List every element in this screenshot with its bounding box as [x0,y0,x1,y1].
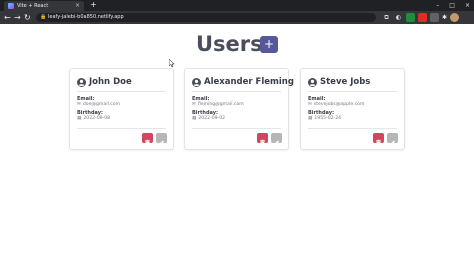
window-controls: – □ × [436,0,470,11]
browser-tab-bar: Vite + React × + – □ × [0,0,474,11]
email-text: stevejobs@apple.com [313,102,365,107]
birthday-text: 2022-09-02 [198,116,226,121]
divider [308,91,397,92]
envelope-icon: ✉ [77,102,81,107]
tab-close-icon[interactable]: × [75,1,80,10]
user-circle-icon [192,78,201,87]
edit-button[interactable] [271,133,282,146]
pencil-icon [390,140,395,146]
pencil-icon [159,140,164,146]
user-name: Alexander Fleming [204,77,294,87]
add-user-button[interactable]: + [260,36,278,53]
extension-icon[interactable] [406,13,415,22]
trash-icon [260,139,265,146]
edit-button[interactable] [387,133,398,146]
calendar-icon: ▦ [77,116,82,121]
maximize-button[interactable]: □ [449,0,455,11]
user-card-header: John Doe [77,76,132,89]
page-title: Users [196,32,263,56]
user-card-header: Alexander Fleming [192,76,294,89]
user-card: Steve Jobs Email: ✉ stevejobs@apple.com B… [300,68,405,150]
trash-icon [376,139,381,146]
edit-button[interactable] [156,133,167,146]
birthday-text: 2022-09-08 [83,116,111,121]
trash-icon [145,139,150,146]
extension-icon[interactable]: ⧉ [382,13,391,22]
url-text[interactable]: leafy-jalebi-b0a850.netlify.app [48,13,124,22]
browser-tab[interactable]: Vite + React × [4,1,84,11]
divider [192,91,281,92]
envelope-icon: ✉ [192,102,196,107]
user-card: John Doe Email: ✉ doe@gmail.com Birthday:… [69,68,174,150]
envelope-icon: ✉ [308,102,312,107]
email-value: ✉ fleming@gmail.com [192,102,244,108]
close-window-button[interactable]: × [465,0,470,11]
divider [77,128,166,129]
puzzle-icon[interactable]: ✱ [440,13,449,22]
new-tab-button[interactable]: + [90,0,97,10]
extension-icon[interactable]: ◐ [394,13,403,22]
forward-button[interactable]: → [14,12,21,23]
profile-avatar[interactable] [450,13,459,22]
email-value: ✉ doe@gmail.com [77,102,120,108]
mouse-cursor-icon [169,59,175,68]
address-bar[interactable]: 🔒 leafy-jalebi-b0a850.netlify.app [36,13,376,22]
extension-icon[interactable] [430,13,439,22]
delete-button[interactable] [373,133,384,146]
calendar-icon: ▦ [308,116,313,121]
user-name: John Doe [89,77,132,87]
email-value: ✉ stevejobs@apple.com [308,102,364,108]
user-name: Steve Jobs [320,77,371,87]
browser-toolbar: ← → ↻ 🔒 leafy-jalebi-b0a850.netlify.app … [0,11,474,24]
birthday-value: ▦ 2022-09-08 [77,116,110,122]
lock-icon: 🔒 [40,14,47,20]
email-text: fleming@gmail.com [197,102,244,107]
delete-button[interactable] [142,133,153,146]
user-circle-icon [77,78,86,87]
calendar-icon: ▦ [192,116,197,121]
birthday-text: 1955-02-24 [314,116,342,121]
delete-button[interactable] [257,133,268,146]
vite-favicon-icon [8,3,14,9]
reload-button[interactable]: ↻ [24,12,31,23]
divider [77,91,166,92]
back-button[interactable]: ← [4,12,11,23]
divider [192,128,281,129]
birthday-value: ▦ 2022-09-02 [192,116,225,122]
tab-title: Vite + React [17,3,49,9]
minimize-button[interactable]: – [436,0,439,11]
email-text: doe@gmail.com [82,102,121,107]
user-circle-icon [308,78,317,87]
user-card-header: Steve Jobs [308,76,370,89]
page-header: Users + [0,31,474,59]
extension-icon[interactable] [418,13,427,22]
pencil-icon [274,140,279,146]
divider [308,128,397,129]
user-card: Alexander Fleming Email: ✉ fleming@gmail.… [184,68,294,150]
birthday-value: ▦ 1955-02-24 [308,116,341,122]
